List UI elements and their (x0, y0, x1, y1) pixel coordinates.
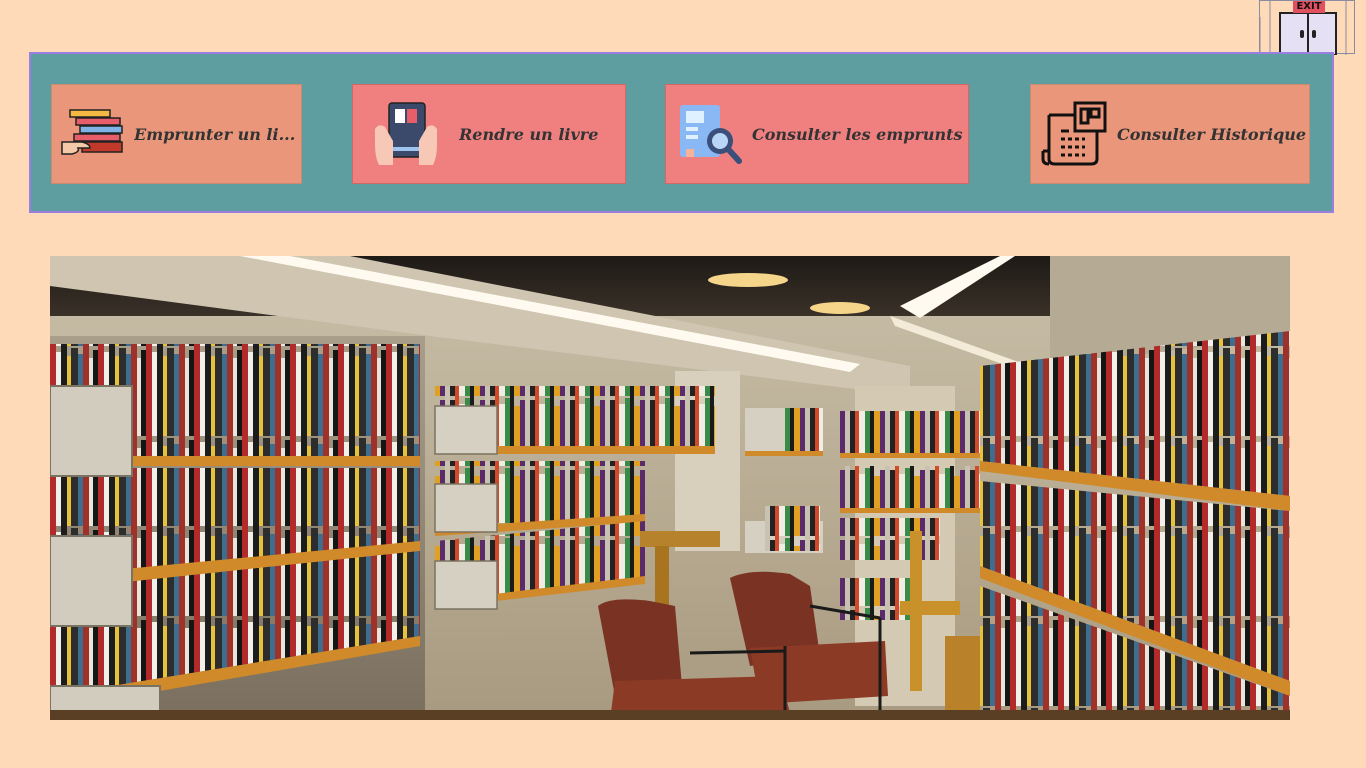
return-book-label: Rendre un livre (459, 124, 599, 144)
return-book-icon (353, 101, 459, 167)
borrow-books-icon (52, 108, 134, 160)
exit-label: EXIT (1293, 1, 1325, 13)
exit-button[interactable]: EXIT (1259, 0, 1355, 55)
library-bookshelves-photo (50, 256, 1290, 720)
view-loans-button[interactable]: Consulter les emprunts (665, 84, 969, 184)
borrow-book-label: Emprunter un li... (134, 124, 296, 144)
view-history-label: Consulter Historique (1117, 124, 1307, 144)
action-toolbar: Emprunter un li... Rendre un livre Consu… (29, 52, 1334, 213)
return-book-button[interactable]: Rendre un livre (352, 84, 626, 184)
search-document-icon (666, 103, 752, 165)
borrow-book-button[interactable]: Emprunter un li... (51, 84, 302, 184)
view-history-button[interactable]: Consulter Historique (1030, 84, 1310, 184)
history-ledger-icon (1031, 101, 1117, 167)
view-loans-label: Consulter les emprunts (752, 124, 963, 144)
